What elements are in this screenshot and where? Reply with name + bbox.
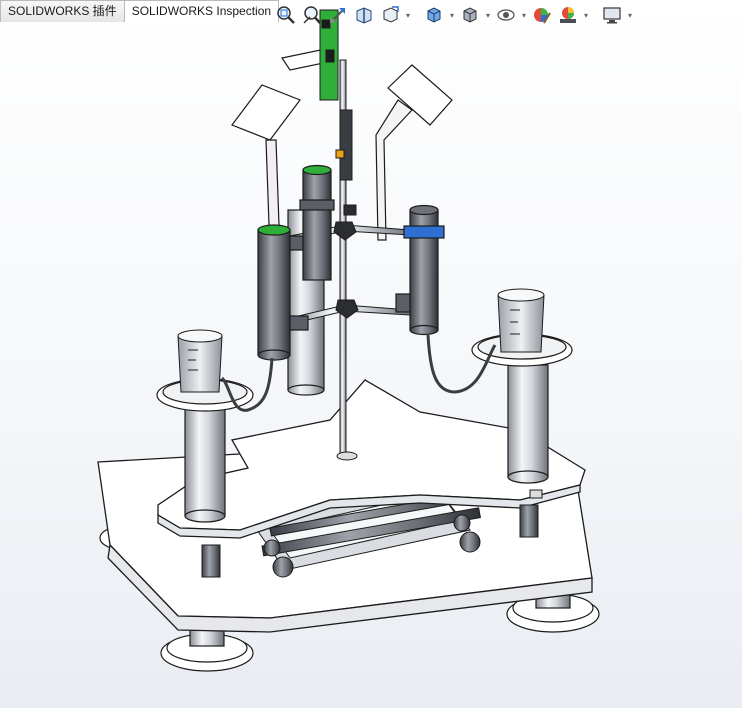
- circuit-board: [319, 9, 353, 181]
- apply-scene-dropdown-icon[interactable]: ▾: [582, 3, 590, 27]
- previous-view-icon[interactable]: [326, 3, 350, 27]
- cylinder-right: [395, 204, 445, 336]
- display-style-dropdown-icon[interactable]: ▾: [484, 3, 492, 27]
- beaker-right: [497, 288, 545, 353]
- view-settings-icon[interactable]: [600, 3, 624, 27]
- hide-show-items-icon[interactable]: [494, 3, 518, 27]
- zoom-to-area-icon[interactable]: [300, 3, 324, 27]
- edit-appearance-icon[interactable]: [530, 3, 554, 27]
- tab-solidworks-inspection[interactable]: SOLIDWORKS Inspection: [123, 0, 280, 22]
- view-orientation-dropdown-icon[interactable]: ▾: [448, 3, 456, 27]
- apply-scene-icon[interactable]: [556, 3, 580, 27]
- cylinder-middle: [299, 164, 335, 281]
- model-view[interactable]: [0, 0, 742, 708]
- command-manager-tabs: SOLIDWORKS 插件 SOLIDWORKS Inspection: [0, 0, 280, 22]
- view-settings-dropdown-icon[interactable]: ▾: [626, 3, 634, 27]
- section-view-icon[interactable]: [352, 3, 376, 27]
- dynamic-annotation-dropdown-icon[interactable]: ▾: [404, 3, 412, 27]
- display-style-icon[interactable]: [458, 3, 482, 27]
- heads-up-view-toolbar: ▾ ▾ ▾ ▾ ▾ ▾: [274, 2, 634, 28]
- graphics-area[interactable]: [0, 0, 742, 708]
- dynamic-annotation-views-icon[interactable]: [378, 3, 402, 27]
- view-orientation-icon[interactable]: [422, 3, 446, 27]
- beaker-left: [177, 329, 223, 393]
- hide-show-dropdown-icon[interactable]: ▾: [520, 3, 528, 27]
- tab-solidworks-addins[interactable]: SOLIDWORKS 插件: [0, 0, 125, 22]
- zoom-to-fit-icon[interactable]: [274, 3, 298, 27]
